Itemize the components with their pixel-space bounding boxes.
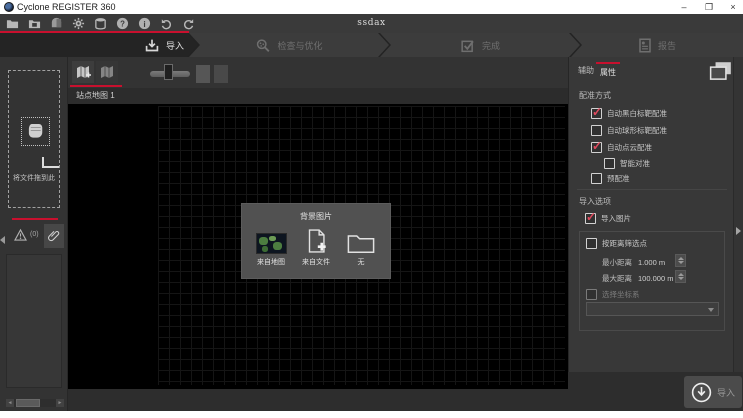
import-button[interactable]: 导入 <box>684 376 742 408</box>
option-from-file[interactable]: 来自文件 <box>295 226 337 267</box>
file-add-icon <box>306 226 327 254</box>
sitemap-add-icon <box>75 64 91 80</box>
sitemap-icon <box>99 64 115 80</box>
maximize-button[interactable]: ❐ <box>699 0 719 14</box>
panel-expand-strip <box>733 57 743 372</box>
drag-hand-icon <box>21 117 50 146</box>
checkbox-auto-cloud[interactable] <box>591 142 602 153</box>
distance-filter-group: 按距离筛选点 最小距离 1.000 m 最大距离 100.000 m 选择坐标系 <box>579 231 725 331</box>
add-sitemap-tab[interactable] <box>72 61 94 83</box>
minimize-button[interactable]: – <box>674 0 694 14</box>
min-distance-label: 最小距离 <box>602 257 632 268</box>
attachments-panel <box>6 254 62 388</box>
close-button[interactable]: × <box>723 0 743 14</box>
coordinate-system-dropdown[interactable] <box>586 302 719 316</box>
option-none[interactable]: 无 <box>340 226 382 267</box>
background-image-dialog: 背景图片 来自地图 来自文件 无 <box>241 203 391 279</box>
paperclip-icon <box>48 229 60 242</box>
sitemap-tab[interactable] <box>96 61 118 83</box>
app-title: Cyclone REGISTER 360 <box>17 2 116 12</box>
empty-folder-icon <box>347 226 375 254</box>
attachments-tab[interactable] <box>44 224 64 248</box>
tab-assist[interactable]: 辅助 <box>574 62 598 79</box>
panel-expand-arrow[interactable] <box>736 227 741 235</box>
registration-section-title: 配准方式 <box>579 90 611 101</box>
left-sidebar: 将文件拖到此 (0) ◄ ► <box>0 57 68 411</box>
max-distance-label: 最大距离 <box>602 273 632 284</box>
checkbox-auto-bw-target[interactable] <box>591 108 602 119</box>
checkbox-smart-align[interactable] <box>604 158 615 169</box>
scroll-left-arrow[interactable]: ◄ <box>6 399 14 407</box>
checkbox-coordinate-system[interactable] <box>586 289 597 300</box>
file-dropzone[interactable]: 将文件拖到此 <box>8 70 60 208</box>
map-tool-button-1[interactable] <box>196 65 210 83</box>
sitemap-label-bar: 站点地图 1 <box>68 88 568 104</box>
checkbox-import-images[interactable] <box>585 213 596 224</box>
min-distance-value[interactable]: 1.000 m <box>638 258 665 267</box>
checkbox-distance-filter[interactable] <box>586 238 597 249</box>
workflow-bar: 导入 检查与优化 完成 报告 <box>0 33 743 57</box>
dialog-title: 背景图片 <box>242 211 390 222</box>
tab-finalize[interactable]: 完成 <box>380 33 580 57</box>
maptab-accent-line <box>70 85 122 87</box>
max-distance-value[interactable]: 100.000 m <box>638 274 673 283</box>
project-name: ssdax <box>0 18 743 28</box>
properties-panel: 辅助 属性 配准方式 自动黑白标靶配准 自动球形标靶配准 自动点云配准 智能对准… <box>568 57 733 372</box>
import-options-title: 导入选项 <box>579 196 611 207</box>
zoom-slider-handle[interactable] <box>164 64 173 80</box>
scroll-right-arrow[interactable]: ► <box>56 399 64 407</box>
world-map-icon <box>256 226 287 254</box>
title-bar: Cyclone REGISTER 360 – ❐ × <box>0 0 743 15</box>
map-toolbar <box>68 57 568 88</box>
warning-triangle-icon <box>14 229 27 241</box>
import-circle-arrow-icon <box>691 382 712 403</box>
tab-review-optimize[interactable]: 检查与优化 <box>189 33 389 57</box>
desktop-strip <box>0 411 743 418</box>
tab-import[interactable]: 导入 <box>0 33 198 57</box>
chevron-down-icon <box>708 308 714 312</box>
checkbox-pre-registration[interactable] <box>591 173 602 184</box>
sitemap-label: 站点地图 1 <box>76 91 115 100</box>
sidebar-collapse-arrow[interactable] <box>0 236 5 244</box>
cascade-windows-icon[interactable] <box>709 61 733 82</box>
drop-corner-bracket <box>42 157 59 168</box>
app-logo-icon <box>4 2 14 12</box>
option-from-map[interactable]: 来自地图 <box>250 226 292 267</box>
max-distance-stepper[interactable] <box>675 270 686 283</box>
canvas-footer <box>68 389 568 411</box>
checkbox-auto-sphere-target[interactable] <box>591 125 602 136</box>
tab-properties[interactable]: 属性 <box>596 62 620 81</box>
sidebar-tab-strip: (0) <box>10 224 64 248</box>
app-window: Cyclone REGISTER 360 – ❐ × ? i ssdax 导入 … <box>0 0 743 418</box>
sidebar-accent-line <box>12 218 58 220</box>
dropzone-label: 将文件拖到此 <box>9 173 59 183</box>
sidebar-hscrollbar[interactable]: ◄ ► <box>6 399 64 407</box>
min-distance-stepper[interactable] <box>675 254 686 267</box>
scrollbar-thumb[interactable] <box>16 399 40 407</box>
section-divider <box>577 189 727 190</box>
warnings-tab[interactable] <box>14 228 27 246</box>
warning-count: (0) <box>30 231 39 238</box>
tab-report[interactable]: 报告 <box>571 33 743 57</box>
map-tool-button-2[interactable] <box>214 65 228 83</box>
